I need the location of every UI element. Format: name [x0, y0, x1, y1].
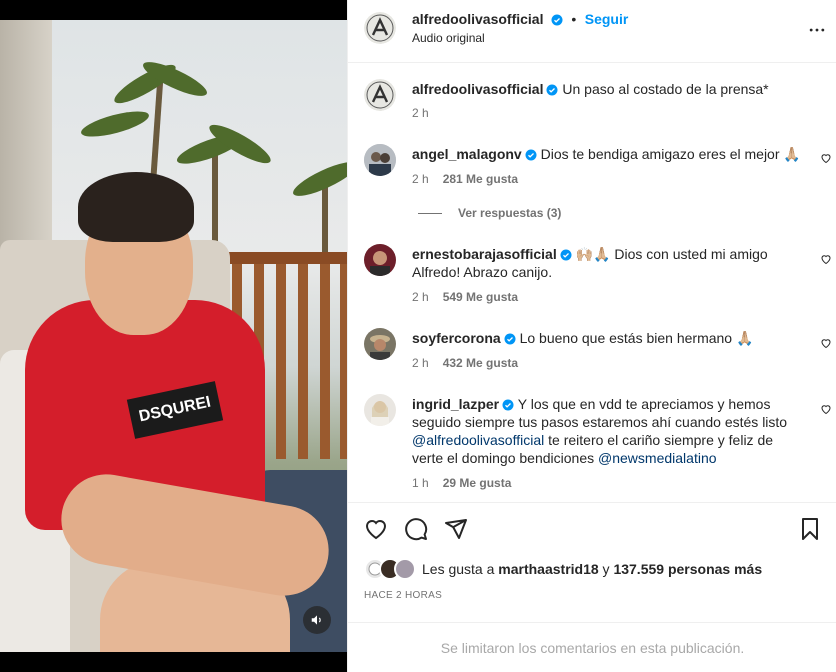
post-panel: alfredoolivasofficial • Seguir Audio ori… — [347, 0, 836, 672]
comment-avatar[interactable] — [364, 328, 396, 360]
comment-time[interactable]: 1 h — [412, 476, 429, 490]
speaker-icon[interactable] — [303, 606, 331, 634]
comment-text-line4: verte el domingo bendiciones — [412, 450, 599, 466]
comment-text-continued: Alfredo! Abrazo canijo. — [412, 264, 553, 280]
comment-time[interactable]: 2 h — [412, 172, 429, 186]
comment-body: ingrid_lazper Y los que en vdd te apreci… — [412, 395, 822, 467]
likes-middle: y — [598, 561, 614, 577]
video-player[interactable]: DSQUREI — [0, 0, 347, 672]
comment-username[interactable]: soyfercorona — [412, 330, 501, 346]
comment-text: Y los que en vdd te apreciamos y hemos — [517, 396, 771, 412]
author-username[interactable]: alfredoolivasofficial — [412, 11, 543, 27]
comment-bubble-icon[interactable] — [404, 517, 428, 541]
heart-icon[interactable] — [820, 152, 832, 164]
caption-author-avatar[interactable] — [364, 79, 396, 111]
comment-meta: 2 h 281 Me gusta — [412, 172, 518, 186]
comment-username[interactable]: angel_malagonv — [412, 146, 522, 162]
comment-text: Lo bueno que estás bien hermano 🙏🏼 — [519, 330, 754, 346]
heart-icon[interactable] — [820, 253, 832, 265]
header-separator: • — [571, 11, 577, 27]
share-icon[interactable] — [444, 517, 468, 541]
post-timestamp[interactable]: HACE 2 HORAS — [364, 590, 442, 601]
verified-badge-icon — [504, 333, 516, 345]
comment-text: Dios te bendiga amigazo eres el mejor 🙏🏼 — [540, 146, 801, 162]
follow-button[interactable]: Seguir — [585, 11, 629, 27]
hair — [78, 172, 194, 242]
more-horizontal-icon[interactable] — [807, 20, 827, 45]
comment-time[interactable]: 2 h — [412, 290, 429, 304]
verified-badge-icon — [502, 399, 514, 411]
replies-line — [418, 213, 442, 214]
likes-count[interactable]: 137.559 personas más — [613, 561, 762, 577]
heart-icon[interactable] — [820, 403, 832, 415]
post-header: alfredoolivasofficial • Seguir Audio ori… — [348, 0, 836, 63]
verified-badge-icon — [551, 14, 563, 26]
caption-time[interactable]: 2 h — [412, 106, 429, 120]
liker-username[interactable]: marthaastrid18 — [498, 561, 598, 577]
curtain — [0, 20, 52, 250]
mention-link[interactable]: @newsmedialatino — [598, 450, 717, 466]
caption-username[interactable]: alfredoolivasofficial — [412, 81, 543, 97]
comment-body: ernestobarajasofficial 🙌🏼🙏🏼 Dios con ust… — [412, 245, 802, 281]
verified-badge-icon — [546, 84, 558, 96]
comment-likes[interactable]: 549 Me gusta — [443, 290, 518, 304]
bookmark-icon[interactable] — [799, 517, 821, 541]
comment-username[interactable]: ingrid_lazper — [412, 396, 499, 412]
comment-meta: 2 h 549 Me gusta — [412, 290, 518, 304]
comments-limited-notice: Se limitaron los comentarios en esta pub… — [348, 622, 836, 672]
comment-likes[interactable]: 281 Me gusta — [443, 172, 518, 186]
comment-time[interactable]: 2 h — [412, 356, 429, 370]
comment-likes[interactable]: 29 Me gusta — [443, 476, 512, 490]
comment-text-line2: seguido siempre tus pasos estaremos ahí … — [412, 414, 788, 430]
liker-avatars[interactable] — [364, 558, 420, 580]
palm-frond — [289, 156, 347, 202]
comment-body: angel_malagonv Dios te bendiga amigazo e… — [412, 145, 802, 163]
comment-avatar[interactable] — [364, 244, 396, 276]
verified-badge-icon — [525, 149, 537, 161]
palm-trunk — [212, 150, 218, 250]
likes-prefix: Les gusta a — [422, 561, 499, 577]
view-replies-button[interactable]: Ver respuestas (3) — [458, 206, 561, 220]
author-avatar[interactable] — [364, 12, 396, 44]
verified-badge-icon — [560, 249, 572, 261]
comment-username[interactable]: ernestobarajasofficial — [412, 246, 557, 262]
comment-meta: 2 h 432 Me gusta — [412, 356, 518, 370]
comment-avatar[interactable] — [364, 144, 396, 176]
like-heart-icon[interactable] — [364, 517, 388, 541]
comment-text: 🙌🏼🙏🏼 Dios con usted mi amigo — [575, 246, 768, 262]
video-frame: DSQUREI — [0, 20, 347, 652]
palm-trunk — [322, 180, 328, 260]
caption-text: Un paso al costado de la prensa* — [562, 81, 769, 97]
heart-icon[interactable] — [820, 337, 832, 349]
comment-likes[interactable]: 432 Me gusta — [443, 356, 518, 370]
likes-summary: Les gusta a marthaastrid18 y 137.559 per… — [422, 560, 762, 578]
comment-text-line3: te reitero el cariño siempre y feliz de — [544, 432, 774, 448]
comment-avatar[interactable] — [364, 394, 396, 426]
action-bar: Les gusta a marthaastrid18 y 137.559 per… — [348, 502, 836, 622]
audio-label[interactable]: Audio original — [412, 31, 485, 45]
mention-link[interactable]: @alfredoolivasofficial — [412, 432, 544, 448]
comment-meta: 1 h 29 Me gusta — [412, 476, 511, 490]
comment-body: soyfercorona Lo bueno que estás bien her… — [412, 329, 802, 347]
palm-frond — [78, 106, 152, 142]
caption: alfredoolivasofficial Un paso al costado… — [412, 80, 812, 98]
